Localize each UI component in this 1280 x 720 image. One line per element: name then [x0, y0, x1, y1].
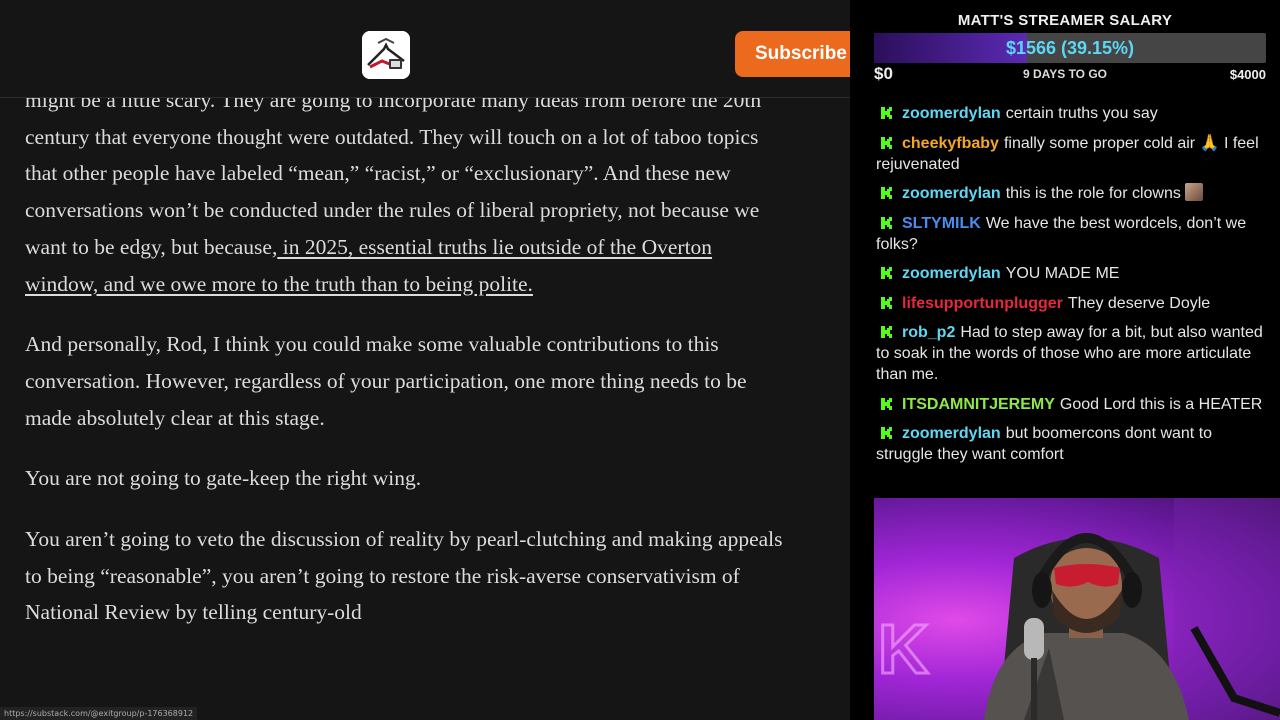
chat-username[interactable]: ITSDAMNITJEREMY: [902, 396, 1055, 413]
goal-max-label: $4000: [1229, 67, 1266, 82]
chat-message-text: YOU MADE ME: [1005, 265, 1120, 282]
chat-message: zoomerdylan certain truths you say: [876, 103, 1268, 124]
article-header: Subscribe: [0, 0, 850, 98]
chat-message-text: They deserve Doyle: [1067, 294, 1211, 312]
chat-message: rob_p2 Had to step away for a bit, but al…: [876, 322, 1268, 385]
chat-message: cheekyfbaby finally some proper cold air …: [876, 133, 1268, 175]
chat-username[interactable]: lifesupportunplugger: [902, 295, 1063, 312]
article-pane: Subscribe might be a little scary. They …: [0, 0, 850, 720]
status-bar-url: https://substack.com/@exitgroup/p-176368…: [0, 707, 198, 720]
kick-icon: [881, 136, 892, 149]
chat-username[interactable]: SLTYMILK: [902, 215, 981, 232]
emote-icon: [1184, 183, 1203, 201]
chat-username[interactable]: zoomerdylan: [902, 265, 1001, 282]
svg-text:K: K: [878, 610, 929, 688]
subscribe-button[interactable]: Subscribe: [735, 31, 850, 77]
chat-message-text: this is the role for clowns: [1005, 185, 1181, 202]
chat-message: SLTYMILK We have the best wordcels, don’t…: [876, 213, 1268, 255]
article-paragraph: You are not going to gate-keep the right…: [25, 466, 422, 491]
chat-message-text: Good Lord this is a HEATER: [1059, 395, 1263, 413]
chat-username[interactable]: cheekyfbaby: [902, 135, 999, 152]
chat-message: lifesupportunplugger They deserve Doyle: [876, 293, 1268, 314]
goal-days-remaining: 9 DAYS TO GO: [1022, 67, 1108, 81]
chat-message-text: certain truths you say: [1005, 105, 1158, 122]
kick-icon: [881, 267, 892, 279]
kick-icon: [881, 296, 892, 309]
chat-username[interactable]: zoomerdylan: [902, 185, 1001, 202]
chat-message: zoomerdylan this is the role for clowns: [876, 183, 1268, 204]
article-body: might be a little scary. They are going …: [25, 82, 785, 655]
kick-icon: [881, 187, 892, 199]
goal-progress-bar: $1566 (39.15%): [874, 33, 1266, 63]
article-paragraph: might be a little scary. They are going …: [25, 82, 785, 302]
goal-current-amount: $1566 (39.15%): [1005, 38, 1135, 58]
kick-icon: [881, 107, 892, 119]
chat-username[interactable]: zoomerdylan: [902, 105, 1001, 122]
chat-username[interactable]: zoomerdylan: [902, 425, 1001, 442]
chat-message: zoomerdylan YOU MADE ME: [876, 263, 1268, 284]
substack-logo-icon[interactable]: [362, 31, 410, 79]
paragraph-text: might be a little scary. They are going …: [25, 88, 762, 259]
kick-icon: [881, 326, 892, 338]
stream-overlay: MATT'S STREAMER SALARY $1566 (39.15%) $0…: [850, 0, 1280, 720]
article-paragraph: And personally, Rod, I think you could m…: [25, 332, 747, 430]
goal-title: MATT'S STREAMER SALARY: [957, 12, 1173, 29]
chat-message: zoomerdylan but boomercons dont want to s…: [876, 423, 1268, 465]
kick-icon: [881, 427, 892, 439]
chat-feed: zoomerdylan certain truths you say cheekyf…: [876, 103, 1268, 474]
chat-message: ITSDAMNITJEREMY Good Lord this is a HEATE…: [876, 394, 1268, 415]
kick-icon: [881, 216, 892, 229]
chat-username[interactable]: rob_p2: [902, 324, 955, 341]
article-paragraph: You aren’t going to veto the discussion …: [25, 527, 783, 625]
webcam-feed: K: [874, 498, 1280, 720]
kick-icon: [881, 397, 892, 410]
